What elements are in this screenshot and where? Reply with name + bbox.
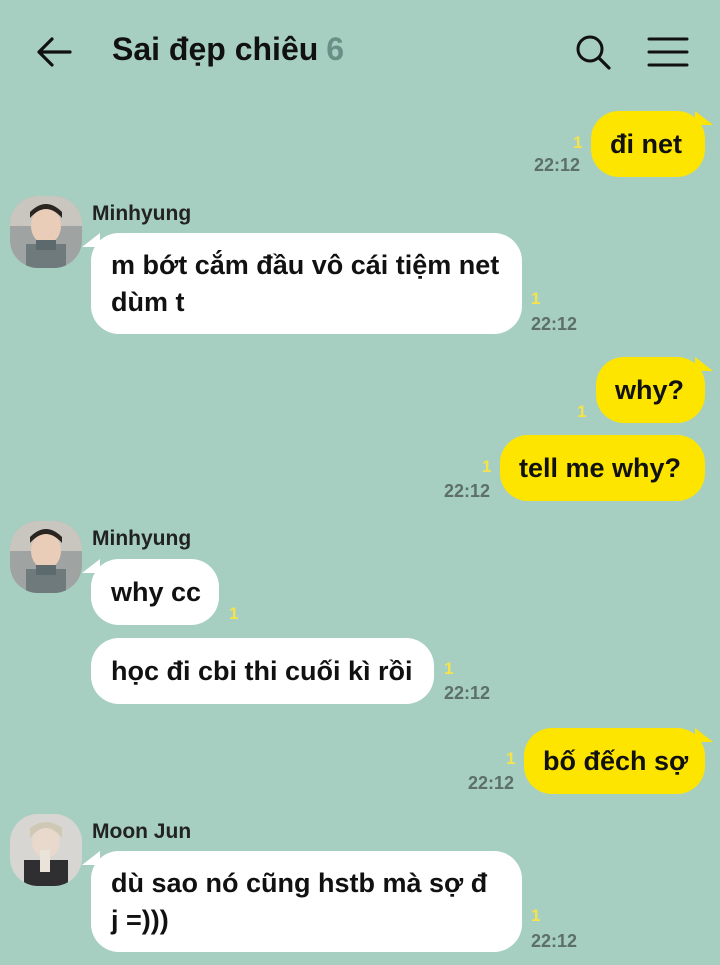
- message-bubble[interactable]: why?: [596, 357, 705, 423]
- sender-name: Minhyung: [92, 202, 192, 225]
- unread-count: 1: [577, 402, 587, 421]
- bubble-tail: [695, 111, 713, 125]
- message-bubble[interactable]: học đi cbi thi cuối kì rồi: [91, 638, 434, 704]
- avatar-photo: [10, 521, 82, 593]
- avatar[interactable]: [10, 814, 82, 886]
- bubble-tail: [82, 559, 100, 573]
- bubble-tail: [82, 233, 100, 247]
- arrow-left-icon: [37, 37, 72, 67]
- message-bubble[interactable]: dù sao nó cũng hstb mà sợ đ j =))): [91, 851, 522, 952]
- message-bubble[interactable]: đi net: [591, 111, 705, 177]
- message-time: 22:12: [531, 314, 578, 334]
- message-bubble[interactable]: m bớt cắm đầu vô cái tiệm net dùm t: [91, 233, 522, 334]
- message-time: 22:12: [531, 931, 578, 951]
- menu-button[interactable]: [646, 32, 690, 72]
- unread-count: 1: [531, 906, 541, 925]
- bubble-tail: [695, 728, 713, 742]
- search-button[interactable]: [573, 32, 613, 72]
- unread-count: 1: [573, 133, 583, 152]
- message-bubble[interactable]: why cc: [91, 559, 219, 625]
- avatar-photo: [10, 814, 82, 886]
- message-text: đi net: [610, 129, 682, 159]
- bubble-tail: [82, 851, 100, 865]
- search-icon: [576, 35, 611, 70]
- unread-count: 1: [229, 604, 239, 623]
- unread-count: 1: [506, 749, 516, 768]
- sender-name: Moon Jun: [92, 820, 192, 843]
- message-text: tell me why?: [519, 453, 682, 483]
- chat-header: Sai đẹp chiêu 6: [0, 0, 720, 106]
- message-time: 22:12: [534, 155, 581, 175]
- message-bubble[interactable]: bố đếch sợ: [524, 728, 705, 794]
- message-text: dù sao nó cũng hstb mà sợ đ j =))): [111, 868, 488, 935]
- message-time: 22:12: [444, 481, 491, 501]
- chat-name: Sai đẹp chiêu: [112, 31, 319, 67]
- sender-name: Minhyung: [92, 527, 192, 550]
- message-time: 22:12: [444, 683, 491, 703]
- message-bubble[interactable]: tell me why?: [500, 435, 705, 501]
- hamburger-menu-icon: [647, 37, 689, 67]
- bubble-tail: [695, 357, 713, 371]
- avatar[interactable]: [10, 196, 82, 268]
- back-button[interactable]: [34, 32, 74, 72]
- unread-count: 1: [482, 457, 492, 476]
- message-time: 22:12: [468, 773, 515, 793]
- avatar[interactable]: [10, 521, 82, 593]
- unread-count: 1: [531, 289, 541, 308]
- member-count: 6: [326, 31, 345, 67]
- avatar-photo: [10, 196, 82, 268]
- message-text: học đi cbi thi cuối kì rồi: [111, 656, 413, 686]
- message-text: bố đếch sợ: [543, 746, 689, 776]
- message-text: why cc: [111, 577, 202, 607]
- message-text: why?: [615, 375, 685, 405]
- chat-title: Sai đẹp chiêu 6: [112, 31, 344, 68]
- unread-count: 1: [444, 659, 454, 678]
- message-text: m bớt cắm đầu vô cái tiệm net dùm t: [111, 250, 500, 317]
